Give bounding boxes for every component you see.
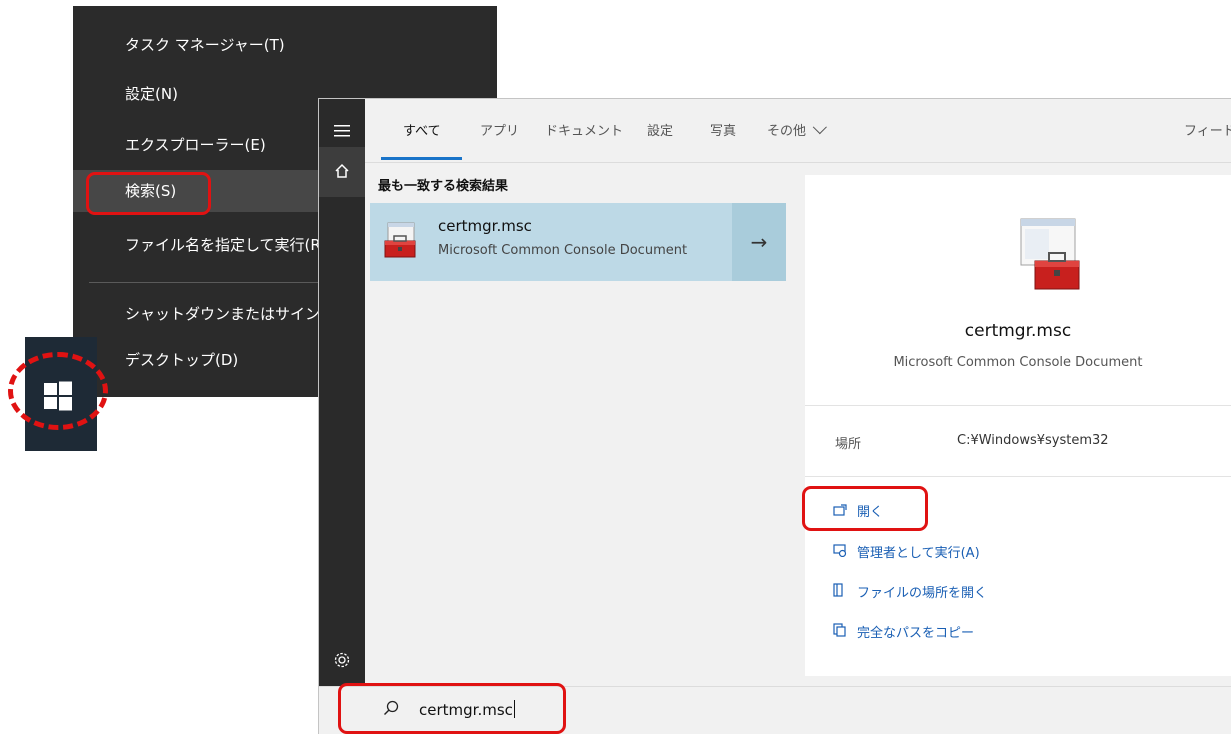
active-tab-indicator [381, 157, 462, 160]
start-button-highlight [8, 352, 108, 430]
tab-more-label: その他 [767, 124, 807, 139]
menu-item-task-manager[interactable]: タスク マネージャー(T) [73, 24, 497, 66]
search-menu-highlight [86, 172, 211, 215]
tab-apps[interactable]: アプリ [480, 120, 519, 139]
tab-more[interactable]: その他 [767, 120, 827, 139]
detail-type: Microsoft Common Console Document [893, 355, 1143, 370]
action-copy-full-path[interactable]: 完全なパスをコピー [833, 622, 974, 641]
tab-photos[interactable]: 写真 [710, 120, 736, 139]
best-match-heading: 最も一致する検索結果 [378, 179, 509, 194]
home-icon[interactable] [319, 163, 365, 183]
search-left-rail [319, 99, 365, 687]
result-detail-pane: certmgr.msc Microsoft Common Console Doc… [805, 175, 1231, 676]
detail-title: certmgr.msc [964, 321, 1072, 341]
search-panel: すべて アプリ ドキュメント 設定 写真 その他 フィードバック 最も一致する検… [318, 98, 1231, 734]
feedback-link[interactable]: フィードバック [1184, 120, 1231, 139]
tab-all[interactable]: すべて [403, 120, 441, 139]
results-list: 最も一致する検索結果 certmgr.msc Microsoft Common … [365, 163, 790, 687]
location-row: 場所 C:¥Windows¥system32 [805, 406, 1231, 477]
location-value: C:¥Windows¥system32 [957, 433, 1109, 448]
open-action-highlight [802, 486, 928, 531]
search-box-highlight [338, 683, 566, 734]
result-type: Microsoft Common Console Document [438, 243, 688, 258]
gear-icon[interactable] [319, 651, 365, 673]
action-open-file-location-label: ファイルの場所を開く [857, 586, 988, 601]
search-tabs-bar: すべて アプリ ドキュメント 設定 写真 その他 フィードバック [365, 99, 1231, 163]
copy-icon [833, 623, 857, 641]
shield-admin-icon [833, 544, 857, 561]
action-run-as-admin-label: 管理者として実行(A) [857, 546, 980, 561]
tab-documents[interactable]: ドキュメント [545, 120, 623, 139]
toolbox-large-icon [1015, 217, 1085, 297]
tab-settings[interactable]: 設定 [647, 120, 673, 139]
action-copy-full-path-label: 完全なパスをコピー [857, 626, 975, 641]
result-item-certmgr[interactable]: certmgr.msc Microsoft Common Console Doc… [370, 203, 732, 281]
folder-location-icon [833, 583, 857, 601]
action-run-as-admin[interactable]: 管理者として実行(A) [833, 542, 980, 561]
location-label: 場所 [835, 437, 862, 452]
detail-header: certmgr.msc Microsoft Common Console Doc… [805, 175, 1231, 406]
action-open-file-location[interactable]: ファイルの場所を開く [833, 582, 987, 601]
result-title: certmgr.msc [438, 217, 532, 235]
toolbox-icon [382, 221, 418, 265]
hamburger-menu-icon[interactable] [319, 123, 365, 142]
chevron-down-icon [812, 120, 827, 135]
result-expand-arrow-icon[interactable]: → [732, 203, 786, 281]
